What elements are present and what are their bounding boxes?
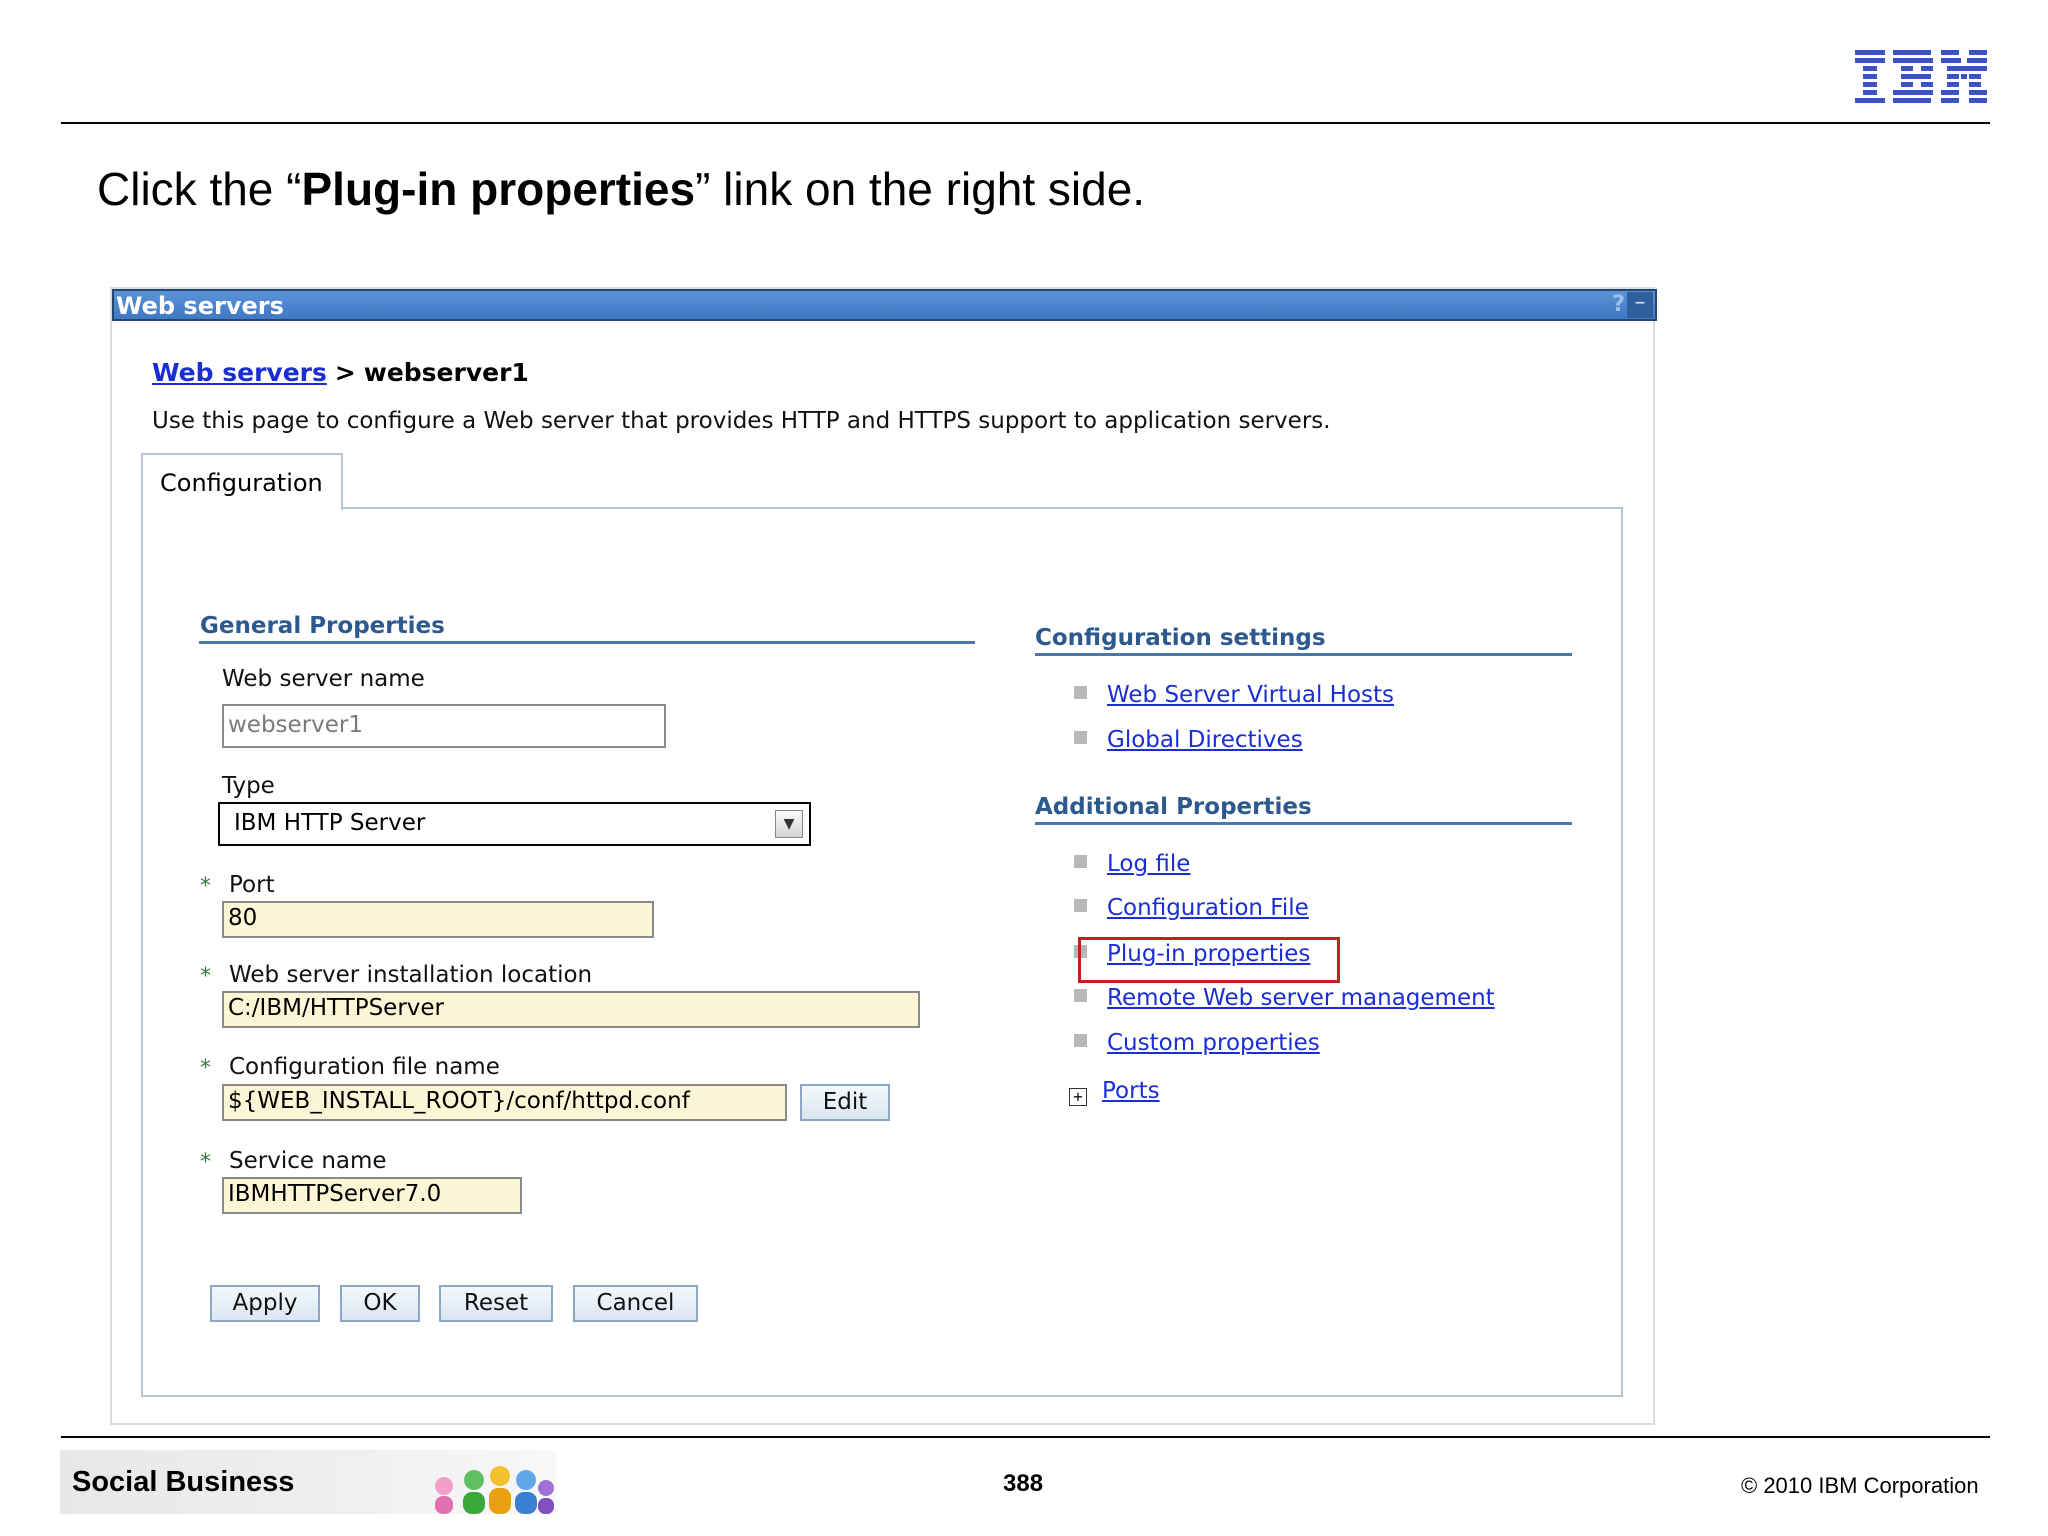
link-row-custom-properties: Custom properties — [1107, 1030, 1320, 1056]
bullet-icon — [1074, 686, 1087, 699]
install-location-label: Web server installation location — [229, 962, 593, 988]
required-marker-icon: * — [200, 964, 211, 989]
required-marker-icon: * — [200, 1150, 211, 1175]
bullet-icon — [1074, 899, 1087, 912]
bullet-icon — [1074, 731, 1087, 744]
people-graphic-icon — [435, 1466, 554, 1514]
bullet-icon — [1074, 989, 1087, 1002]
additional-properties-heading: Additional Properties — [1035, 794, 1312, 820]
general-properties-heading: General Properties — [200, 613, 445, 639]
web-server-virtual-hosts-link[interactable]: Web Server Virtual Hosts — [1107, 682, 1394, 708]
global-directives-link[interactable]: Global Directives — [1107, 727, 1303, 753]
additional-properties-rule — [1035, 822, 1572, 825]
breadcrumb: Web servers > webserver1 — [152, 358, 529, 387]
tab-configuration[interactable]: Configuration — [141, 453, 343, 510]
ports-link[interactable]: Ports — [1102, 1078, 1160, 1104]
cancel-button[interactable]: Cancel — [573, 1285, 698, 1322]
bullet-icon — [1074, 1034, 1087, 1047]
highlight-box — [1078, 937, 1340, 983]
link-row-global-directives: Global Directives — [1107, 727, 1303, 753]
configuration-file-link[interactable]: Configuration File — [1107, 895, 1309, 921]
banner-title: Social Business — [72, 1466, 295, 1498]
web-server-name-label: Web server name — [222, 666, 425, 692]
edit-button[interactable]: Edit — [800, 1084, 890, 1121]
config-file-name-field[interactable]: ${WEB_INSTALL_ROOT}/conf/httpd.conf — [222, 1084, 787, 1121]
instruction-suffix: ” link on the right side. — [695, 163, 1146, 215]
tab-configuration-label: Configuration — [160, 469, 323, 497]
breadcrumb-current: webserver1 — [363, 358, 529, 387]
instruction-link-name: Plug-in properties — [301, 163, 696, 215]
port-label: Port — [229, 872, 275, 898]
portlet-title-bar: Web servers ? – — [112, 289, 1657, 321]
ok-button[interactable]: OK — [340, 1285, 420, 1322]
general-properties-rule — [199, 641, 975, 644]
copyright: © 2010 IBM Corporation — [1741, 1473, 1979, 1498]
remote-web-server-management-link[interactable]: Remote Web server management — [1107, 985, 1495, 1011]
page-description: Use this page to configure a Web server … — [152, 408, 1331, 434]
required-marker-icon: * — [200, 1056, 211, 1081]
type-label: Type — [222, 773, 275, 799]
port-field[interactable]: 80 — [222, 901, 654, 938]
slide-instruction: Click the “Plug-in properties” link on t… — [97, 162, 1145, 216]
breadcrumb-web-servers-link[interactable]: Web servers — [152, 358, 327, 387]
reset-button[interactable]: Reset — [439, 1285, 553, 1322]
chevron-down-icon[interactable]: ▼ — [775, 810, 803, 838]
configuration-settings-heading: Configuration settings — [1035, 625, 1326, 651]
instruction-prefix: Click the “ — [97, 163, 302, 215]
type-select[interactable]: IBM HTTP Server ▼ — [218, 802, 811, 846]
service-name-field[interactable]: IBMHTTPServer7.0 — [222, 1177, 522, 1214]
config-file-name-label: Configuration file name — [229, 1054, 500, 1080]
link-row-configuration-file: Configuration File — [1107, 895, 1309, 921]
link-row-remote-management: Remote Web server management — [1107, 985, 1495, 1011]
install-location-field[interactable]: C:/IBM/HTTPServer — [222, 991, 920, 1028]
link-row-log-file: Log file — [1107, 851, 1190, 877]
log-file-link[interactable]: Log file — [1107, 851, 1190, 877]
required-marker-icon: * — [200, 874, 211, 899]
footer-divider — [61, 1436, 1990, 1438]
type-select-value: IBM HTTP Server — [234, 810, 426, 836]
expand-plus-icon[interactable]: + — [1069, 1088, 1087, 1106]
apply-button[interactable]: Apply — [210, 1285, 320, 1322]
link-row-ports: Ports — [1102, 1078, 1160, 1104]
link-row-virtual-hosts: Web Server Virtual Hosts — [1107, 682, 1394, 708]
portlet-title: Web servers — [116, 292, 284, 320]
help-icon[interactable]: ? — [1612, 292, 1625, 317]
service-name-label: Service name — [229, 1148, 387, 1174]
bullet-icon — [1074, 855, 1087, 868]
web-server-name-field: webserver1 — [222, 704, 666, 748]
breadcrumb-separator: > — [334, 358, 356, 387]
page-number: 388 — [1003, 1470, 1044, 1497]
ibm-logo — [1855, 50, 1987, 103]
custom-properties-link[interactable]: Custom properties — [1107, 1030, 1320, 1056]
social-business-banner: Social Business — [60, 1450, 556, 1514]
minimize-icon[interactable]: – — [1627, 292, 1653, 318]
header-divider — [61, 122, 1990, 124]
configuration-settings-rule — [1035, 653, 1572, 656]
